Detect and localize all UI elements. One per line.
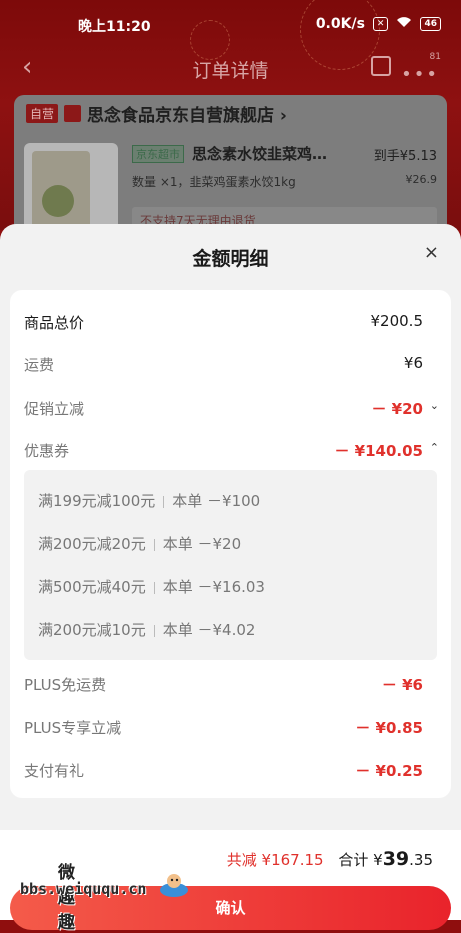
- coupon-item: 满199元减100元 本单 －¥100: [38, 490, 260, 511]
- goods-total-label: 商品总价: [24, 314, 85, 332]
- more-icon[interactable]: •••: [401, 64, 439, 85]
- product-spec: 数量 ×1，韭菜鸡蛋素水饺1kg: [132, 175, 296, 189]
- row-plus-discount: PLUS专享立减 － ¥0.85: [24, 717, 423, 741]
- mascot-icon: [160, 874, 188, 897]
- share-icon[interactable]: [371, 56, 391, 76]
- total-summary: 共减 ¥167.15 合计 ¥39.35: [227, 848, 433, 870]
- shipping-value: ¥6: [403, 354, 423, 372]
- row-coupon[interactable]: 优惠券 － ¥140.05 ⌃: [24, 440, 439, 464]
- row-payment-gift: 支付有礼 － ¥0.25: [24, 760, 423, 784]
- promotion-value: － ¥20: [371, 400, 423, 418]
- sim-icon: ✕: [372, 17, 389, 31]
- order-detail-background: 晚上11:20 0.0K/s ✕ 46 ‹ 订单详情 81 ••• 自营 思念食…: [0, 0, 461, 245]
- store-card: 自营 思念食品京东自营旗舰店 › 京东超市 思念素水饺韭菜鸡… 到手¥5.13 …: [14, 95, 447, 245]
- status-indicators: 0.0K/s ✕ 46: [316, 16, 441, 32]
- close-icon[interactable]: ×: [424, 244, 439, 262]
- wifi-icon: [396, 16, 412, 32]
- total-integer: 39: [382, 848, 410, 870]
- total-decimal: .35: [409, 851, 433, 869]
- battery-icon: 46: [420, 17, 441, 31]
- sheet-title: 金额明细: [192, 248, 269, 270]
- row-promotion[interactable]: 促销立减 － ¥20 ⌄: [24, 398, 439, 422]
- coupon-item: 满200元减20元 本单 －¥20: [38, 533, 241, 554]
- payment-gift-value: － ¥0.25: [355, 762, 423, 780]
- coupon-amount: 本单 －¥16.03: [162, 578, 265, 596]
- coupon-value: － ¥140.05: [334, 442, 423, 460]
- coupon-amount: 本单 －¥100: [172, 492, 261, 510]
- row-plus-shipping: PLUS免运费 － ¥6: [24, 674, 423, 698]
- coupon-rule: 满200元减10元: [38, 621, 146, 639]
- promotion-label: 促销立减: [24, 400, 85, 418]
- chevron-down-icon[interactable]: ⌄: [430, 399, 439, 412]
- plus-shipping-label: PLUS免运费: [24, 676, 107, 694]
- store-logo-icon: [64, 105, 82, 122]
- coupon-amount: 本单 －¥4.02: [162, 621, 256, 639]
- coupon-amount: 本单 －¥20: [162, 535, 242, 553]
- coupon-breakdown: 满199元减100元 本单 －¥100 满200元减20元 本单 －¥20 满500…: [24, 470, 437, 660]
- product-final-price: 到手¥5.13: [373, 149, 437, 164]
- message-badge: 81: [429, 52, 441, 62]
- page-title: 订单详情: [192, 60, 269, 82]
- amount-detail-card: 商品总价 ¥200.5 运费 ¥6 促销立减 － ¥20 ⌄ 优惠券 － ¥14…: [10, 290, 451, 798]
- separator: [153, 581, 155, 594]
- product-original-price: ¥26.9: [405, 173, 438, 186]
- separator: [153, 538, 155, 551]
- product-dumplings: [42, 185, 74, 217]
- row-shipping: 运费 ¥6: [24, 354, 423, 378]
- plus-discount-value: － ¥0.85: [355, 719, 423, 737]
- self-operated-tag: 自营: [26, 104, 59, 123]
- coupon-item: 满200元减10元 本单 －¥4.02: [38, 619, 255, 640]
- status-bar: 晚上11:20 0.0K/s ✕ 46: [0, 0, 461, 50]
- separator: [153, 624, 155, 637]
- separator: [163, 495, 165, 508]
- total-label: 合计 ¥: [338, 851, 383, 869]
- plus-shipping-value: － ¥6: [381, 676, 423, 694]
- supermarket-tag: 京东超市: [132, 145, 184, 163]
- store-header[interactable]: 自营 思念食品京东自营旗舰店 ›: [26, 101, 287, 126]
- shipping-label: 运费: [24, 356, 55, 374]
- coupon-label: 优惠券: [24, 442, 70, 460]
- status-time: 晚上11:20: [78, 19, 151, 35]
- nav-bar: ‹ 订单详情 81 •••: [0, 50, 461, 88]
- amount-detail-sheet: 金额明细 × 商品总价 ¥200.5 运费 ¥6 促销立减 － ¥20 ⌄ 优惠…: [0, 224, 461, 920]
- coupon-item: 满500元减40元 本单 －¥16.03: [38, 576, 265, 597]
- row-goods-total: 商品总价 ¥200.5: [24, 312, 423, 336]
- coupon-rule: 满500元减40元: [38, 578, 146, 596]
- product-title[interactable]: 思念素水饺韭菜鸡…: [192, 143, 327, 164]
- payment-gift-label: 支付有礼: [24, 762, 85, 780]
- goods-total-value: ¥200.5: [370, 312, 424, 330]
- plus-discount-label: PLUS专享立减: [24, 719, 122, 737]
- total-saved: 共减 ¥167.15: [226, 851, 324, 869]
- coupon-rule: 满199元减100元: [38, 492, 156, 510]
- coupon-rule: 满200元减20元: [38, 535, 146, 553]
- watermark-url: bbs.weiququ.cn: [20, 880, 147, 898]
- store-name[interactable]: 思念食品京东自营旗舰店 ›: [87, 101, 287, 126]
- network-speed: 0.0K/s: [315, 16, 365, 32]
- chevron-up-icon[interactable]: ⌃: [430, 441, 439, 454]
